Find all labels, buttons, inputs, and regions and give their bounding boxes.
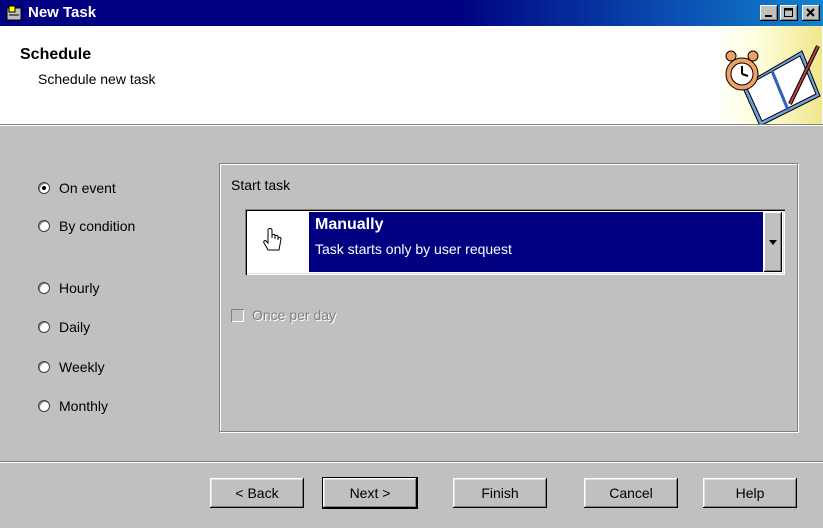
radio-label: On event [59,180,116,196]
radio-button-icon [38,400,50,412]
wizard-header: Schedule Schedule new task [0,26,823,126]
start-task-dropdown[interactable]: Manually Task starts only by user reques… [245,209,785,275]
title-bar[interactable]: New Task [0,0,823,26]
window-title: New Task [28,4,97,21]
clock-calendar-icon [712,26,822,124]
radio-by-condition[interactable]: By condition [38,217,135,235]
radio-daily[interactable]: Daily [38,318,90,336]
finish-button[interactable]: Finish [453,478,547,508]
radio-button-icon [38,321,50,333]
radio-button-selected-icon [38,182,50,194]
help-button[interactable]: Help [703,478,797,508]
radio-weekly[interactable]: Weekly [38,358,105,376]
back-button[interactable]: < Back [210,478,304,508]
app-icon [6,5,22,21]
radio-hourly[interactable]: Hourly [38,279,99,297]
page-title: Schedule [20,46,92,63]
radio-label: Daily [59,319,91,335]
radio-label: Monthly [59,398,109,414]
divider-highlight [0,462,823,463]
hand-cursor-icon [263,228,282,251]
minimize-icon [765,15,772,17]
radio-button-icon [38,361,50,373]
page-subtitle: Schedule new task [38,71,156,87]
checkbox-icon [231,308,244,322]
radio-label: Hourly [59,280,100,296]
radio-label: Weekly [59,359,105,375]
radio-button-icon [38,220,50,232]
dropdown-arrow-button[interactable] [764,212,782,272]
once-per-day-label: Once per day [252,307,337,323]
selected-option-title: Manually [315,216,384,233]
start-task-group [219,163,798,432]
close-icon [806,8,815,17]
start-task-label: Start task [231,177,291,193]
close-button[interactable] [802,5,820,21]
selected-option-description: Task starts only by user request [315,241,512,257]
maximize-button[interactable] [780,5,798,21]
next-button[interactable]: Next > [323,478,417,508]
maximize-icon [784,8,793,17]
chevron-down-icon [769,239,777,245]
radio-monthly[interactable]: Monthly [38,397,108,415]
radio-button-icon [38,282,50,294]
cancel-button[interactable]: Cancel [584,478,678,508]
minimize-button[interactable] [760,5,778,21]
selected-option: Manually Task starts only by user reques… [309,212,763,272]
once-per-day-checkbox[interactable]: Once per day [231,307,336,323]
radio-label: By condition [59,218,136,234]
radio-on-event[interactable]: On event [38,179,116,197]
